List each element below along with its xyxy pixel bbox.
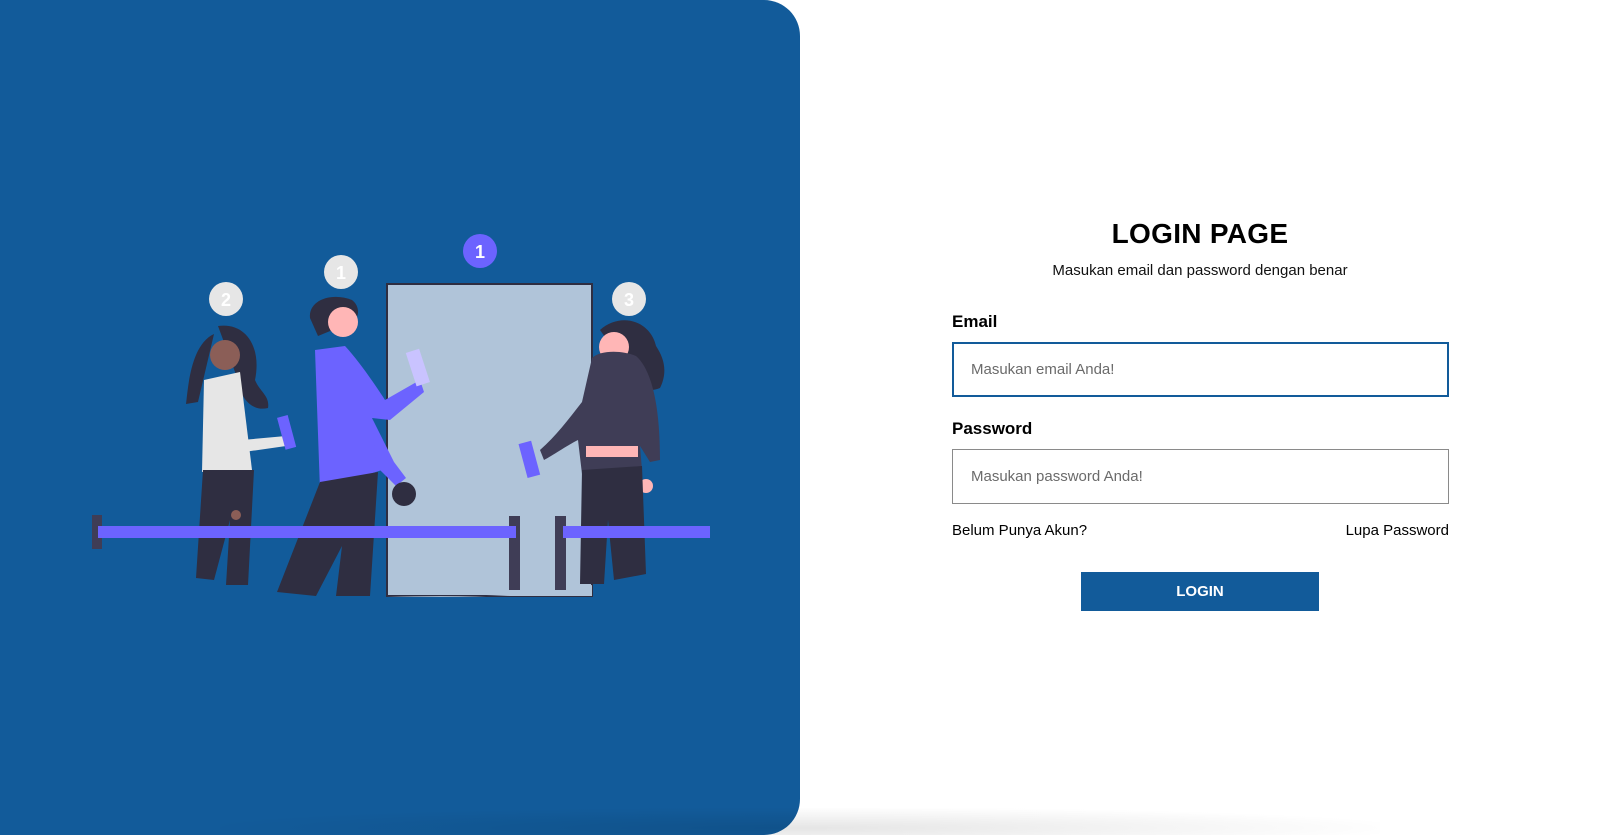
badge-1-left-label: 1 bbox=[336, 263, 346, 283]
badge-1-left: 1 bbox=[324, 255, 358, 289]
page-title: LOGIN PAGE bbox=[1111, 218, 1289, 249]
register-link[interactable]: Belum Punya Akun? bbox=[952, 522, 1087, 539]
password-input[interactable] bbox=[952, 449, 1449, 504]
forgot-password-link[interactable]: Lupa Password bbox=[1346, 522, 1449, 539]
email-label: Email bbox=[952, 312, 998, 331]
queue-rail-right bbox=[563, 526, 710, 538]
badge-3-label: 3 bbox=[624, 290, 634, 310]
badge-3: 3 bbox=[612, 282, 646, 316]
page-subtitle: Masukan email dan password dengan benar bbox=[1052, 262, 1348, 279]
badge-1-active: 1 bbox=[463, 234, 497, 268]
form-links: Belum Punya Akun? Lupa Password bbox=[952, 522, 1449, 539]
queue-rail-left bbox=[98, 526, 516, 538]
badge-2-label: 2 bbox=[221, 290, 231, 310]
password-label: Password bbox=[952, 419, 1033, 438]
login-page: 2 1 1 3 LOGIN PAGE Masukan email dan pas… bbox=[0, 0, 1600, 835]
login-form: LOGIN PAGE Masukan email dan password de… bbox=[952, 218, 1449, 611]
badge-1-active-label: 1 bbox=[475, 242, 485, 262]
badge-2: 2 bbox=[209, 282, 243, 316]
illustration-panel: 2 1 1 3 bbox=[0, 0, 800, 835]
login-button[interactable]: LOGIN bbox=[1081, 572, 1319, 611]
queue-illustration: 2 1 1 3 bbox=[92, 234, 710, 597]
email-input[interactable] bbox=[952, 342, 1449, 397]
